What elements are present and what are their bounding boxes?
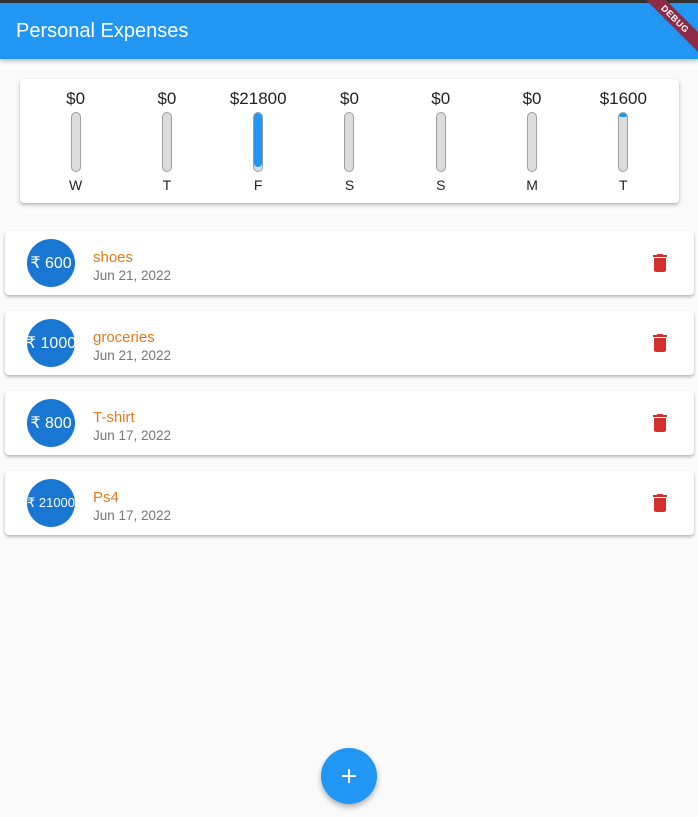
chart-bar-amount: $0 (66, 89, 86, 108)
chart-bar-column: $0 S (395, 79, 486, 203)
trash-icon[interactable] (648, 411, 672, 435)
transaction-item: ₹ 1000 groceries Jun 21, 2022 (5, 311, 694, 375)
chart-bar-day: F (253, 177, 263, 193)
chart-bar-day: W (69, 177, 83, 193)
add-transaction-button[interactable] (321, 748, 377, 804)
transaction-item: ₹ 600 shoes Jun 21, 2022 (5, 231, 694, 295)
transaction-item: ₹ 800 T-shirt Jun 17, 2022 (5, 391, 694, 455)
chart-bar-column: $21800 F (213, 79, 304, 203)
transaction-amount-avatar: ₹ 600 (27, 239, 75, 287)
chart-bar-fill (254, 113, 263, 168)
chart-bar-track (70, 112, 81, 172)
chart-bar-amount: $0 (340, 89, 359, 108)
chart-bar-day: T (619, 177, 628, 193)
chart-bar-amount: $1600 (599, 89, 647, 108)
transaction-amount-avatar: ₹ 21000 (27, 479, 75, 527)
chart-bar-column: $0 S (304, 79, 395, 203)
weekly-chart: $0 W $0 T $21800 F $0 S $0 S $0 M $1600 … (30, 79, 669, 203)
chart-bar-track (161, 112, 172, 172)
weekly-chart-card: $0 W $0 T $21800 F $0 S $0 S $0 M $1600 … (20, 79, 679, 203)
transaction-title: Ps4 (93, 489, 119, 506)
transaction-item: ₹ 21000 Ps4 Jun 17, 2022 (5, 471, 694, 535)
chart-bar-day: S (344, 177, 355, 193)
chart-bar-column: $0 T (121, 79, 212, 203)
app-bar-title: Personal Expenses (16, 20, 189, 42)
chart-bar-column: $0 M (486, 79, 577, 203)
chart-bar-day: S (436, 177, 446, 193)
transaction-title: shoes (93, 249, 134, 266)
transaction-amount-avatar: ₹ 1000 (26, 319, 76, 367)
chart-bar-column: $0 W (30, 79, 121, 203)
transaction-title: T-shirt (93, 409, 135, 426)
debug-banner: DEBUG (638, 0, 698, 60)
app-bar: Personal Expenses (0, 3, 698, 59)
transaction-date: Jun 17, 2022 (93, 428, 172, 443)
chart-bar-day: T (162, 177, 172, 193)
chart-bar-amount: $0 (522, 89, 542, 108)
transaction-date: Jun 21, 2022 (93, 268, 172, 283)
trash-icon[interactable] (648, 331, 672, 355)
transaction-amount-avatar: ₹ 800 (27, 399, 75, 447)
app-screen: Personal Expenses DEBUG $0 W $0 T $21800… (0, 0, 698, 817)
chart-bar-day: M (526, 177, 538, 193)
transaction-title: groceries (93, 329, 155, 346)
chart-bar-fill (619, 113, 628, 117)
transaction-list: ₹ 600 shoes Jun 21, 2022 ₹ 1000 grocerie… (5, 231, 694, 551)
transaction-date: Jun 21, 2022 (93, 348, 172, 363)
chart-bar-track (253, 112, 264, 172)
chart-bar-track (344, 112, 355, 172)
chart-bar-amount: $0 (431, 89, 451, 108)
chart-bar-amount: $0 (157, 89, 177, 108)
trash-icon[interactable] (648, 491, 672, 515)
chart-bar-amount: $21800 (229, 89, 287, 108)
trash-icon[interactable] (648, 251, 672, 275)
chart-bar-track (618, 112, 629, 172)
chart-bar-track (435, 112, 446, 172)
chart-bar-column: $1600 T (578, 79, 669, 203)
plus-icon (342, 769, 356, 783)
chart-bar-track (527, 112, 538, 172)
transaction-date: Jun 17, 2022 (93, 508, 172, 523)
debug-banner-label: DEBUG (638, 0, 698, 56)
